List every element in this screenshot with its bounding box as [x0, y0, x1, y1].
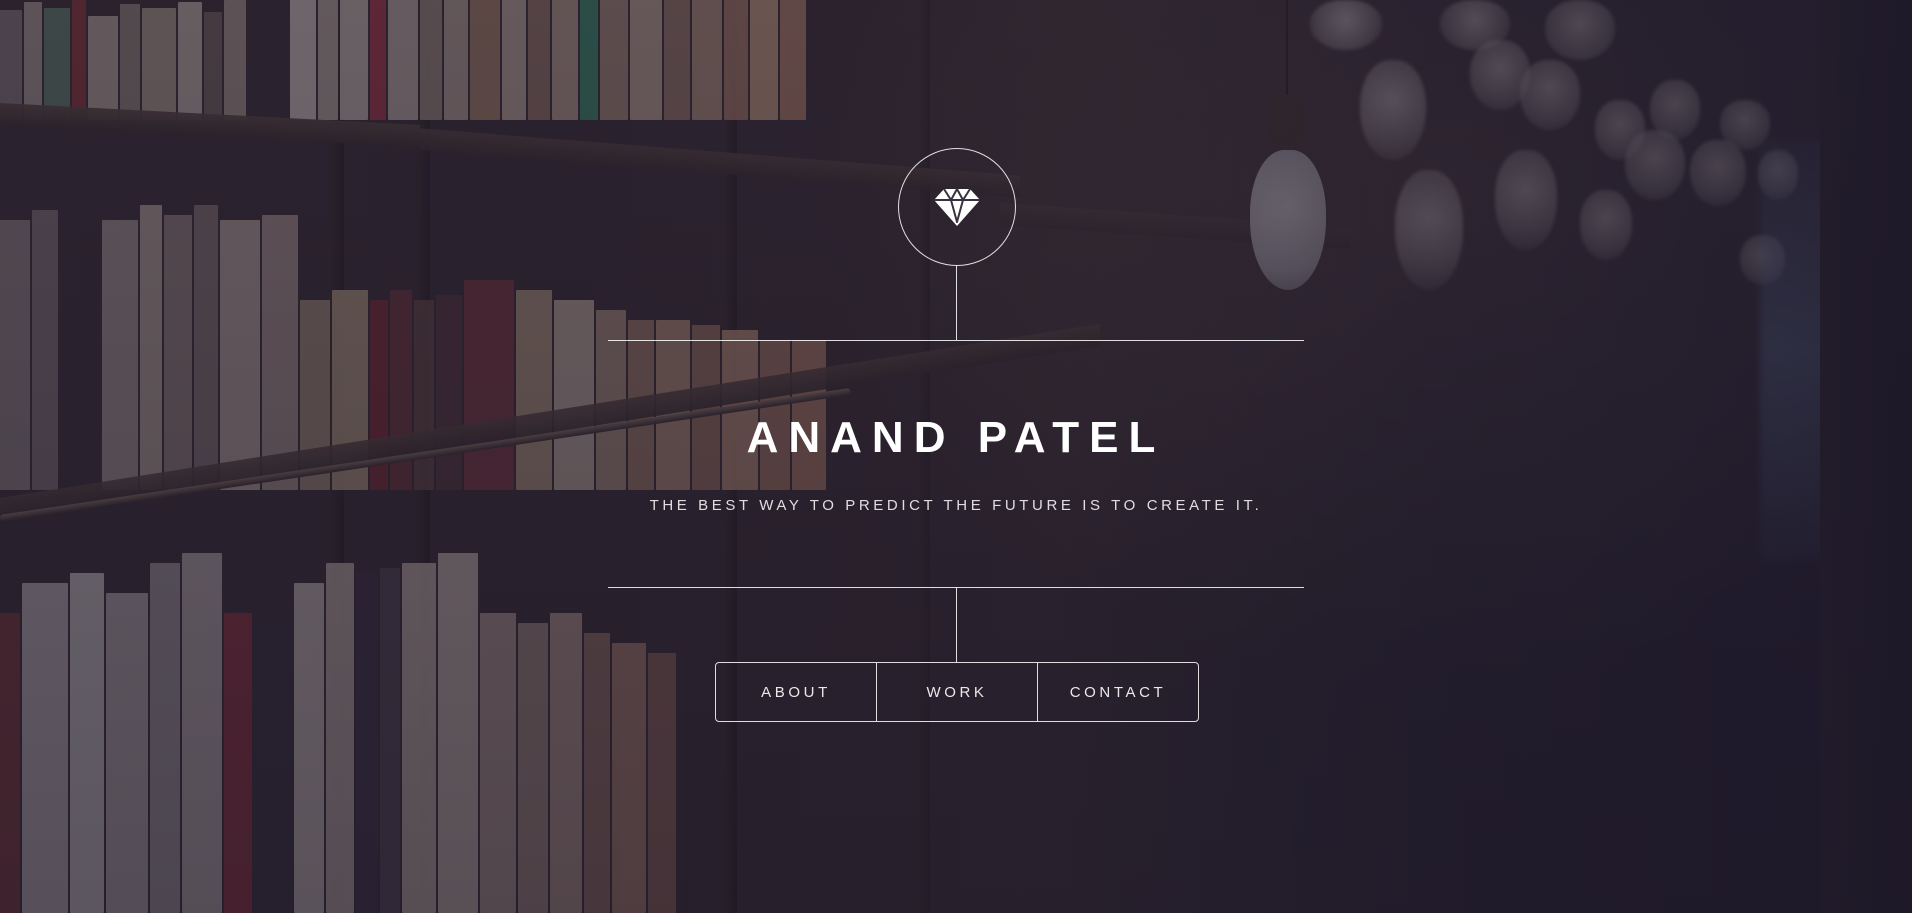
- main-nav: ABOUT WORK CONTACT: [715, 662, 1199, 722]
- nav-work-link[interactable]: WORK: [876, 663, 1037, 721]
- intro-page: ANAND PATEL THE BEST WAY TO PREDICT THE …: [0, 0, 1912, 913]
- nav-contact-link[interactable]: CONTACT: [1037, 663, 1198, 721]
- connector-line-top: [956, 265, 957, 340]
- header: ANAND PATEL THE BEST WAY TO PREDICT THE …: [0, 0, 1912, 913]
- tagline: THE BEST WAY TO PREDICT THE FUTURE IS TO…: [649, 497, 1263, 514]
- page-title: ANAND PATEL: [746, 413, 1166, 462]
- diamond-icon: [932, 185, 982, 229]
- nav-about-link[interactable]: ABOUT: [716, 663, 876, 721]
- logo: [898, 148, 1016, 266]
- divider-top: [608, 340, 1304, 341]
- connector-line-bottom: [956, 587, 957, 662]
